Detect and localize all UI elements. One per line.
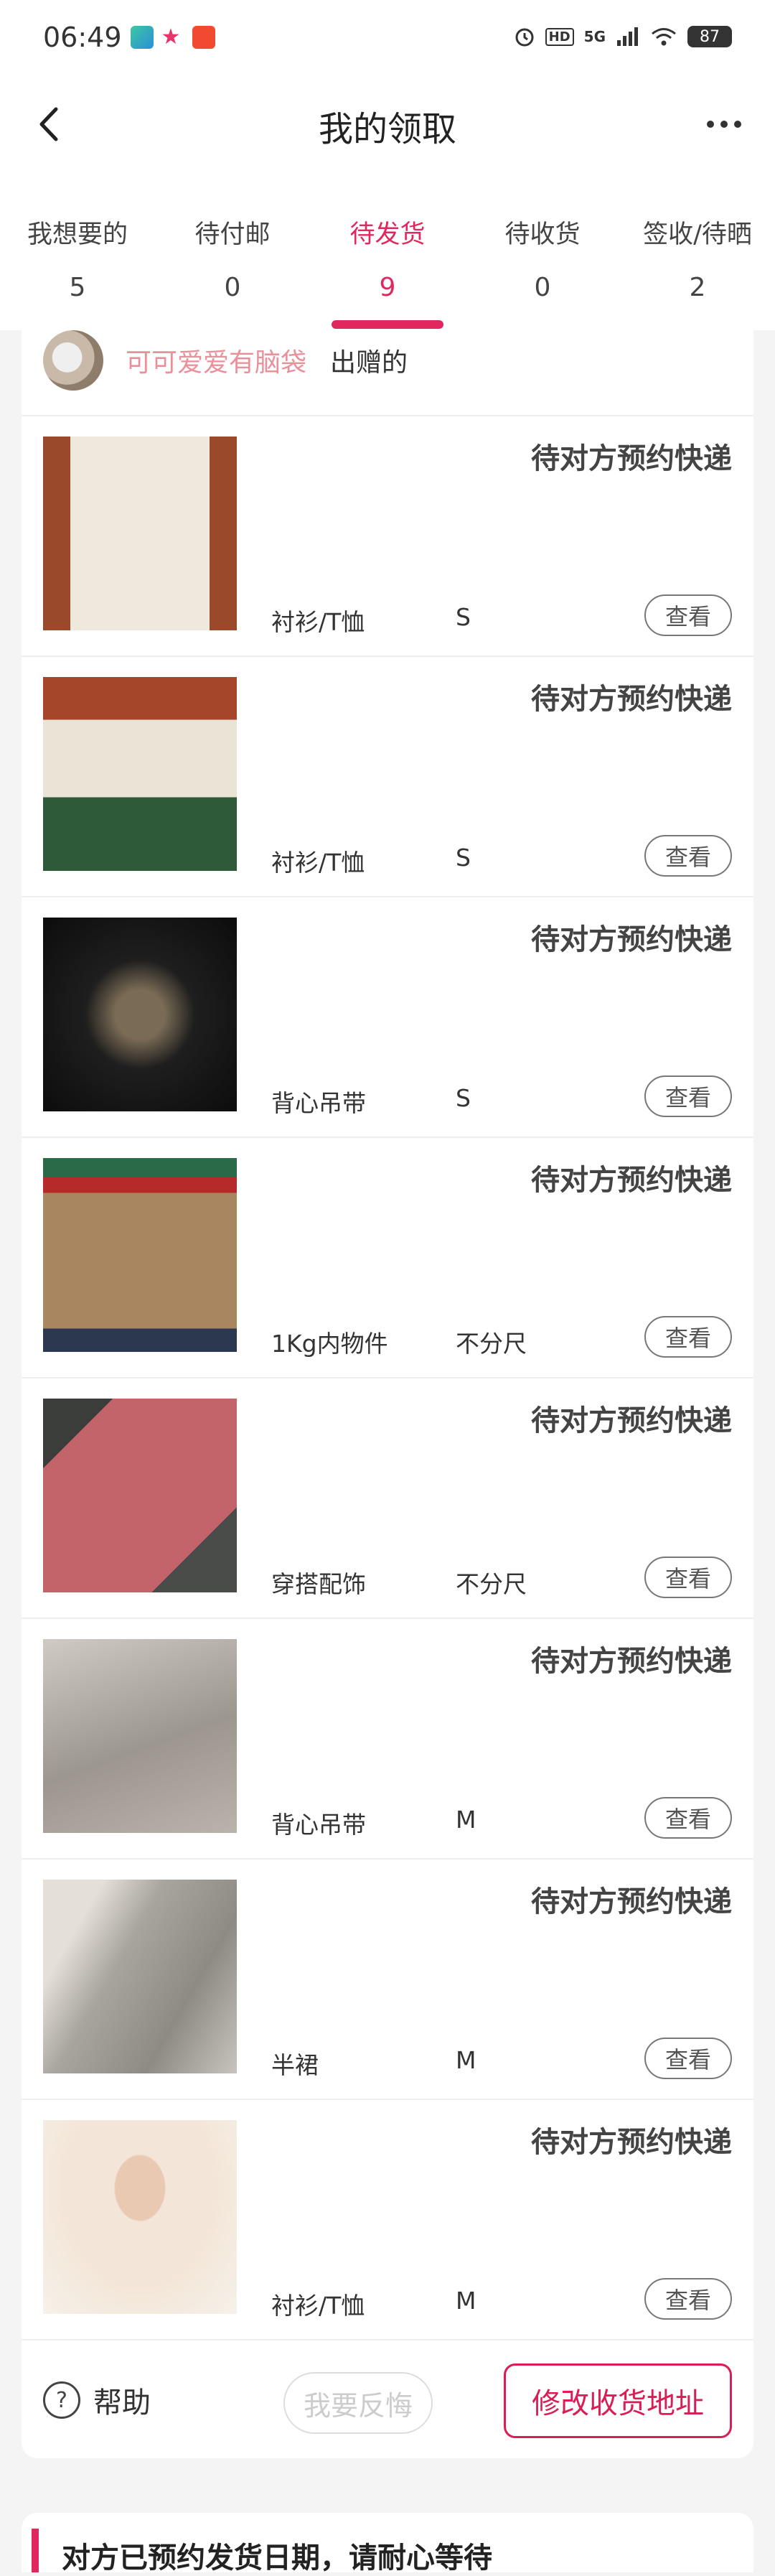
notice-accent-bar	[32, 2529, 39, 2572]
hd-icon: HD	[545, 27, 574, 46]
item-thumbnail[interactable]	[43, 1880, 237, 2073]
view-button[interactable]: 查看	[644, 835, 732, 877]
item-status: 待对方预约快递	[531, 2126, 732, 2159]
alarm-icon	[515, 28, 534, 47]
item-size: S	[456, 603, 471, 631]
tab-pending-receipt[interactable]: 待收货 0	[465, 172, 620, 330]
item-status: 待对方预约快递	[531, 1404, 732, 1437]
notice-text: 对方已预约发货日期，请耐心等待	[62, 2542, 492, 2575]
item-category: 背心吊带	[271, 1089, 366, 1117]
status-icons: HD 5G 87	[514, 26, 732, 47]
signal-icon	[617, 27, 638, 46]
item-category: 背心吊带	[271, 1811, 366, 1839]
item-status: 待对方预约快递	[531, 1885, 732, 1918]
status-bar: 06:49 ★ HD 5G 87	[0, 0, 775, 79]
tab-label: 签收/待晒	[643, 220, 752, 249]
list-item[interactable]: 待对方预约快递 半裙 M 查看	[22, 1858, 753, 2100]
item-size: 不分尺	[456, 1330, 527, 1358]
tab-label: 待收货	[504, 220, 581, 249]
item-thumbnail[interactable]	[43, 1158, 237, 1352]
more-icon-dot	[707, 121, 714, 128]
shipping-notice: 对方已预约发货日期，请耐心等待	[22, 2513, 753, 2575]
network-label: 5G	[583, 28, 606, 45]
item-size: S	[456, 1084, 471, 1112]
active-tab-indicator	[332, 320, 443, 329]
item-status: 待对方预约快递	[531, 923, 732, 956]
item-size: 不分尺	[456, 1570, 527, 1598]
item-category: 穿搭配饰	[271, 1570, 366, 1598]
help-label: 帮助	[93, 2386, 151, 2419]
status-time: 06:49	[43, 22, 122, 53]
item-size: M	[456, 2287, 476, 2315]
order-actions: ? 帮助 我要反悔 修改收货地址	[22, 2339, 753, 2458]
tab-count: 0	[534, 273, 551, 302]
item-status: 待对方预约快递	[531, 1645, 732, 1678]
tab-wanted[interactable]: 我想要的 5	[0, 172, 155, 330]
seller-name[interactable]: 可可爱爱有脑袋	[126, 342, 306, 379]
item-thumbnail[interactable]	[43, 2120, 237, 2314]
view-button[interactable]: 查看	[644, 1075, 732, 1117]
more-icon-dot	[720, 121, 728, 128]
item-category: 1Kg内物件	[271, 1330, 388, 1358]
item-category: 半裙	[271, 2051, 319, 2079]
list-item[interactable]: 待对方预约快递 1Kg内物件 不分尺 查看	[22, 1137, 753, 1378]
order-card: 可可爱爱有脑袋 出赠的 待对方预约快递 衬衫/T恤 S 查看 待对方预约快递 衬…	[22, 330, 753, 2458]
tab-count: 9	[379, 273, 396, 302]
view-button[interactable]: 查看	[644, 594, 732, 636]
help-button[interactable]: ? 帮助	[43, 2379, 151, 2421]
tab-pending-postage[interactable]: 待付邮 0	[155, 172, 310, 330]
item-thumbnail[interactable]	[43, 677, 237, 871]
edit-address-button[interactable]: 修改收货地址	[504, 2363, 732, 2438]
item-size: S	[456, 844, 471, 872]
list-item[interactable]: 待对方预约快递 衬衫/T恤 S 查看	[22, 415, 753, 657]
tab-received-to-share[interactable]: 签收/待晒 2	[620, 172, 775, 330]
help-icon: ?	[43, 2381, 80, 2419]
item-thumbnail[interactable]	[43, 1639, 237, 1833]
more-icon-dot	[734, 121, 741, 128]
tab-label: 待付邮	[194, 220, 271, 249]
view-button[interactable]: 查看	[644, 2038, 732, 2079]
tab-label: 我想要的	[27, 220, 128, 249]
tab-count: 5	[69, 273, 86, 302]
view-button[interactable]: 查看	[644, 1797, 732, 1839]
app-notification-icon	[131, 26, 154, 49]
item-thumbnail[interactable]	[43, 437, 237, 630]
item-status: 待对方预约快递	[531, 683, 732, 716]
item-category: 衬衫/T恤	[271, 608, 365, 636]
item-category: 衬衫/T恤	[271, 849, 365, 877]
item-status: 待对方预约快递	[531, 442, 732, 475]
item-category: 衬衫/T恤	[271, 2292, 365, 2320]
view-button[interactable]: 查看	[644, 1316, 732, 1358]
order-tabs: 我想要的 5 待付邮 0 待发货 9 待收货 0 签收/待晒 2	[0, 172, 775, 330]
item-status: 待对方预约快递	[531, 1164, 732, 1197]
star-icon: ★	[161, 24, 181, 50]
item-size: M	[456, 2046, 476, 2074]
list-item[interactable]: 待对方预约快递 衬衫/T恤 M 查看	[22, 2099, 753, 2341]
more-button[interactable]	[699, 99, 749, 149]
list-item[interactable]: 待对方预约快递 背心吊带 M 查看	[22, 1618, 753, 1859]
list-item[interactable]: 待对方预约快递 衬衫/T恤 S 查看	[22, 655, 753, 897]
list-item[interactable]: 待对方预约快递 穿搭配饰 不分尺 查看	[22, 1377, 753, 1619]
app-header: 我的领取	[0, 79, 775, 172]
battery-icon: 87	[687, 26, 732, 47]
tab-label: 待发货	[349, 220, 426, 249]
item-size: M	[456, 1806, 476, 1834]
tab-count: 0	[224, 273, 241, 302]
view-button[interactable]: 查看	[644, 2278, 732, 2320]
wifi-icon	[652, 28, 676, 46]
seller-suffix: 出赠的	[330, 348, 408, 378]
item-thumbnail[interactable]	[43, 1399, 237, 1592]
tab-pending-shipment[interactable]: 待发货 9	[310, 172, 465, 330]
view-button[interactable]: 查看	[644, 1557, 732, 1598]
cancel-claim-button[interactable]: 我要反悔	[283, 2372, 433, 2434]
page-title: 我的领取	[318, 109, 456, 149]
list-item[interactable]: 待对方预约快递 背心吊带 S 查看	[22, 896, 753, 1138]
tab-count: 2	[689, 273, 706, 302]
gift-app-icon	[192, 26, 215, 49]
seller-row[interactable]: 可可爱爱有脑袋 出赠的	[22, 330, 753, 416]
seller-avatar[interactable]	[43, 330, 103, 391]
item-thumbnail[interactable]	[43, 918, 237, 1111]
